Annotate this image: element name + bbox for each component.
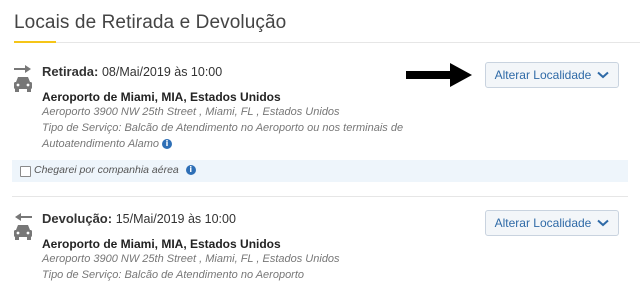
dropoff-label: Devolução: (42, 211, 113, 226)
title-accent-underline (14, 41, 56, 43)
chevron-down-icon (597, 71, 610, 79)
car-arrow-left-icon (12, 212, 34, 248)
dropoff-heading: Devolução: 15/Mai/2019 às 10:00 (42, 211, 236, 226)
dropoff-address: Aeroporto 3900 NW 25th Street , Miami, F… (42, 253, 340, 265)
dropoff-address-block: Aeroporto 3900 NW 25th Street , Miami, F… (42, 251, 432, 283)
pickup-address: Aeroporto 3900 NW 25th Street , Miami, F… (42, 106, 340, 118)
airline-arrival-label-wrap: Chegarei por companhia aérea i (34, 164, 196, 176)
info-icon[interactable]: i (185, 165, 196, 176)
airline-arrival-label: Chegarei por companhia aérea (34, 164, 179, 176)
title-divider (56, 42, 640, 43)
pickup-datetime: 08/Mai/2019 às 10:00 (101, 65, 223, 79)
dropoff-location-name: Aeroporto de Miami, MIA, Estados Unidos (42, 237, 281, 251)
dropoff-change-location-label: Alterar Localidade (494, 216, 592, 230)
info-icon[interactable]: i (162, 139, 172, 150)
pickup-service-line2-wrap: Autoatendimento Alamo i (42, 136, 432, 152)
dropoff-change-location-button[interactable]: Alterar Localidade (485, 210, 619, 236)
dropoff-service-line1: Tipo de Serviço: Balcão de Atendimento n… (42, 269, 305, 281)
pickup-label: Retirada: (42, 64, 99, 79)
pickup-address-block: Aeroporto 3900 NW 25th Street , Miami, F… (42, 104, 432, 152)
dropoff-datetime: 15/Mai/2019 às 10:00 (115, 212, 236, 226)
pickup-change-location-button[interactable]: Alterar Localidade (485, 62, 619, 88)
pickup-location-name: Aeroporto de Miami, MIA, Estados Unidos (42, 90, 281, 104)
chevron-down-icon (597, 219, 610, 227)
black-arrow-icon (406, 63, 472, 87)
section-title: Locais de Retirada e Devolução (14, 12, 287, 33)
car-arrow-right-icon (12, 64, 34, 100)
pickup-change-location-label: Alterar Localidade (494, 68, 592, 82)
airline-arrival-checkbox[interactable] (20, 166, 31, 177)
pickup-service-line2: Autoatendimento Alamo (42, 138, 159, 150)
pickup-service-line1: Tipo de Serviço: Balcão de Atendimento n… (42, 122, 404, 134)
section-divider (12, 196, 628, 197)
airline-arrival-row[interactable]: Chegarei por companhia aérea i (12, 160, 628, 182)
locations-panel: Locais de Retirada e Devolução Retirada:… (0, 0, 640, 288)
pickup-heading: Retirada: 08/Mai/2019 às 10:00 (42, 64, 222, 79)
